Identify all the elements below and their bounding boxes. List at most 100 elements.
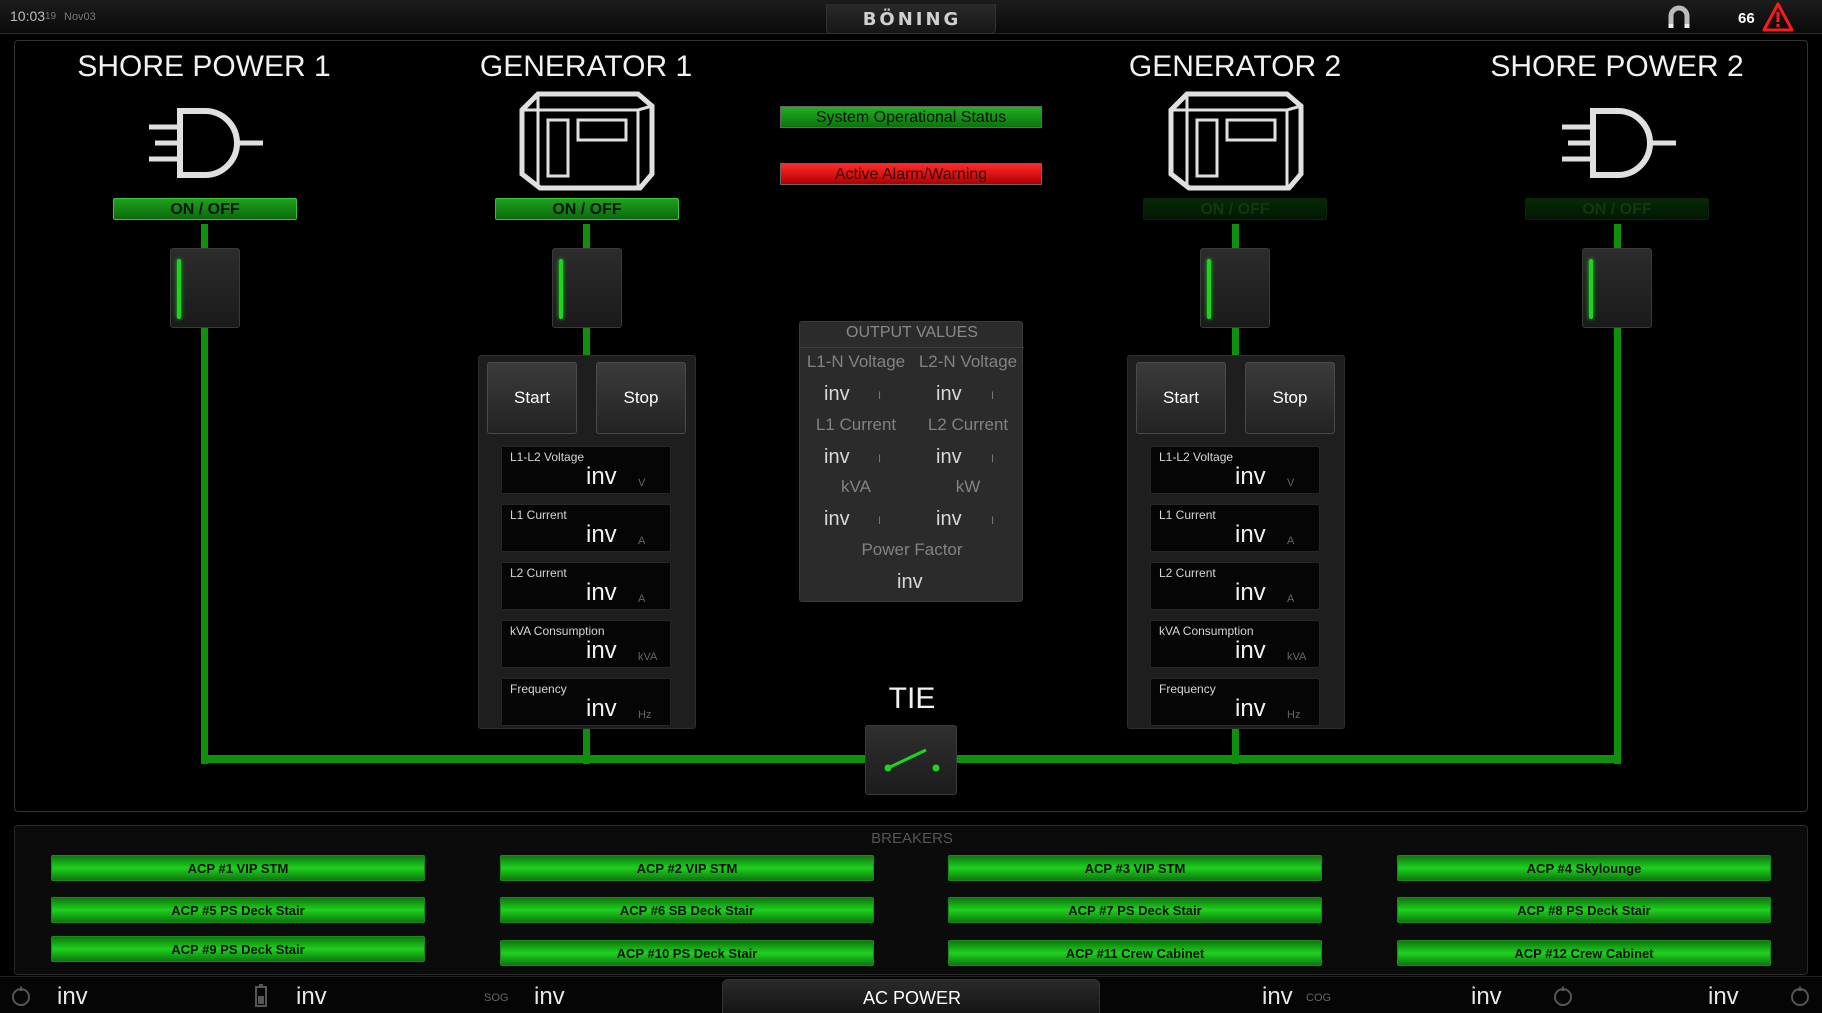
generator-2-breaker-switch[interactable] bbox=[1200, 248, 1270, 328]
output-label: L2-N Voltage bbox=[918, 352, 1018, 371]
sog-label: SOG bbox=[484, 992, 509, 1004]
breaker-acp-1[interactable]: ACP #1 VIP STM bbox=[51, 855, 425, 881]
generator-2-l1-current: L1 Current inv A bbox=[1150, 504, 1320, 552]
output-values-header: OUTPUT VALUES bbox=[800, 324, 1024, 348]
breaker-acp-8[interactable]: ACP #8 PS Deck Stair bbox=[1397, 897, 1771, 923]
shore-power-1-breaker-switch[interactable] bbox=[170, 248, 240, 328]
breaker-acp-6[interactable]: ACP #6 SB Deck Stair bbox=[500, 897, 874, 923]
generator-2-frequency: Frequency inv Hz bbox=[1150, 678, 1320, 726]
sog-value: inv bbox=[534, 983, 565, 1010]
breaker-acp-2[interactable]: ACP #2 VIP STM bbox=[500, 855, 874, 881]
reading-value: inv bbox=[586, 579, 617, 606]
clock-date: Nov03 bbox=[64, 11, 96, 23]
output-label: kVA bbox=[841, 477, 871, 496]
generator-1-l2-current: L2 Current inv A bbox=[501, 562, 671, 610]
breaker-acp-12[interactable]: ACP #12 Crew Cabinet bbox=[1397, 940, 1771, 966]
reading-label: Frequency bbox=[1159, 682, 1216, 696]
tie-breaker-switch[interactable] bbox=[865, 725, 957, 795]
magnet-icon[interactable] bbox=[1666, 4, 1692, 30]
generator-2-panel: Start Stop L1-L2 Voltage inv V L1 Curren… bbox=[1127, 355, 1345, 729]
generator-2-l2-current: L2 Current inv A bbox=[1150, 562, 1320, 610]
output-separator: I bbox=[991, 515, 995, 527]
brand-logo: BÖNING bbox=[862, 9, 962, 30]
generator-1-title: GENERATOR 1 bbox=[479, 50, 693, 83]
reading-value: inv bbox=[586, 521, 617, 548]
breaker-acp-9[interactable]: ACP #9 PS Deck Stair bbox=[51, 936, 425, 962]
generator-2-stop-button[interactable]: Stop bbox=[1245, 362, 1335, 434]
reading-unit: kVA bbox=[1287, 651, 1307, 663]
compass-icon bbox=[12, 985, 30, 1006]
output-value: inv bbox=[936, 383, 962, 405]
generator-2-l1l2-voltage: L1-L2 Voltage inv V bbox=[1150, 446, 1320, 494]
reading-label: L1 Current bbox=[510, 508, 567, 522]
generator-1-kva-consumption: kVA Consumption inv kVA bbox=[501, 620, 671, 668]
breaker-acp-10[interactable]: ACP #10 PS Deck Stair bbox=[500, 940, 874, 966]
output-value: inv bbox=[824, 446, 850, 468]
breaker-acp-5[interactable]: ACP #5 PS Deck Stair bbox=[51, 897, 425, 923]
plug-icon bbox=[1562, 108, 1676, 178]
generator-1-stop-button[interactable]: Stop bbox=[596, 362, 686, 434]
alarm-count[interactable]: 66 bbox=[1738, 10, 1755, 27]
reading-label: kVA Consumption bbox=[510, 624, 605, 638]
reading-label: L2 Current bbox=[1159, 566, 1216, 580]
output-value: inv bbox=[824, 508, 850, 530]
shore-power-1-title: SHORE POWER 1 bbox=[77, 50, 331, 83]
generator-2-start-button[interactable]: Start bbox=[1136, 362, 1226, 434]
cog-label: COG bbox=[1306, 992, 1332, 1004]
reading-value: inv bbox=[1235, 579, 1266, 606]
reading-label: L1-L2 Voltage bbox=[1159, 450, 1234, 464]
reading-unit: A bbox=[638, 535, 646, 547]
generator-icon bbox=[1168, 91, 1304, 191]
generator-1-panel: Start Stop L1-L2 Voltage inv V L1 Curren… bbox=[478, 355, 696, 729]
reading-unit: A bbox=[638, 593, 646, 605]
output-values-panel: OUTPUT VALUES L1-N Voltage L2-N Voltage … bbox=[799, 321, 1024, 602]
output-separator: I bbox=[991, 390, 995, 402]
reading-unit: A bbox=[1287, 593, 1295, 605]
reading-value: inv bbox=[586, 695, 617, 722]
battery-icon bbox=[255, 984, 267, 1007]
page-title: AC POWER bbox=[862, 988, 961, 1008]
generator-1-l1-current: L1 Current inv A bbox=[501, 504, 671, 552]
breaker-acp-7[interactable]: ACP #7 PS Deck Stair bbox=[948, 897, 1322, 923]
shore-power-2-onoff-button[interactable]: ON / OFF bbox=[1525, 198, 1709, 220]
breaker-acp-11[interactable]: ACP #11 Crew Cabinet bbox=[948, 940, 1322, 966]
footer-value-5: inv bbox=[1471, 983, 1502, 1010]
switch-open-icon bbox=[884, 748, 940, 772]
shore-power-2-title: SHORE POWER 2 bbox=[1490, 50, 1744, 83]
generator-2-onoff-button[interactable]: ON / OFF bbox=[1143, 198, 1327, 220]
compass-icon bbox=[1554, 985, 1572, 1006]
shore-power-1-onoff-button[interactable]: ON / OFF bbox=[113, 198, 297, 220]
breaker-acp-3[interactable]: ACP #3 VIP STM bbox=[948, 855, 1322, 881]
cog-value: inv bbox=[1262, 983, 1293, 1010]
output-value: inv bbox=[824, 383, 850, 405]
switch-led-icon bbox=[559, 259, 563, 319]
shore-power-2-breaker-switch[interactable] bbox=[1582, 248, 1652, 328]
alarm-warning-icon[interactable] bbox=[1762, 2, 1794, 32]
bus-bar-right bbox=[930, 755, 1621, 763]
breaker-acp-4[interactable]: ACP #4 Skylounge bbox=[1397, 855, 1771, 881]
generator-1-start-button[interactable]: Start bbox=[487, 362, 577, 434]
logo-tab[interactable]: BÖNING bbox=[826, 4, 996, 34]
compass-icon bbox=[1791, 985, 1809, 1006]
output-label: L1-N Voltage bbox=[806, 352, 906, 371]
active-alarm-warning[interactable]: Active Alarm/Warning bbox=[780, 163, 1042, 185]
top-bar: 10:03 19 Nov03 BÖNING 66 bbox=[0, 0, 1822, 34]
reading-label: kVA Consumption bbox=[1159, 624, 1254, 638]
generator-1-breaker-switch[interactable] bbox=[552, 248, 622, 328]
reading-value: inv bbox=[1235, 521, 1266, 548]
reading-value: inv bbox=[586, 463, 617, 490]
system-operational-status: System Operational Status bbox=[780, 106, 1042, 128]
switch-led-icon bbox=[1589, 259, 1593, 319]
output-value: inv bbox=[936, 446, 962, 468]
reading-value: inv bbox=[1235, 695, 1266, 722]
generator-1-frequency: Frequency inv Hz bbox=[501, 678, 671, 726]
breakers-title: BREAKERS bbox=[871, 830, 953, 847]
footer-title-tab[interactable]: AC POWER bbox=[722, 979, 1100, 1013]
output-value: inv bbox=[936, 508, 962, 530]
reading-unit: V bbox=[638, 477, 646, 489]
generator-1-onoff-button[interactable]: ON / OFF bbox=[495, 198, 679, 220]
plug-icon bbox=[149, 108, 263, 178]
tie-title: TIE bbox=[888, 682, 936, 715]
footer-value-2: inv bbox=[296, 983, 327, 1010]
output-separator: I bbox=[878, 390, 882, 402]
